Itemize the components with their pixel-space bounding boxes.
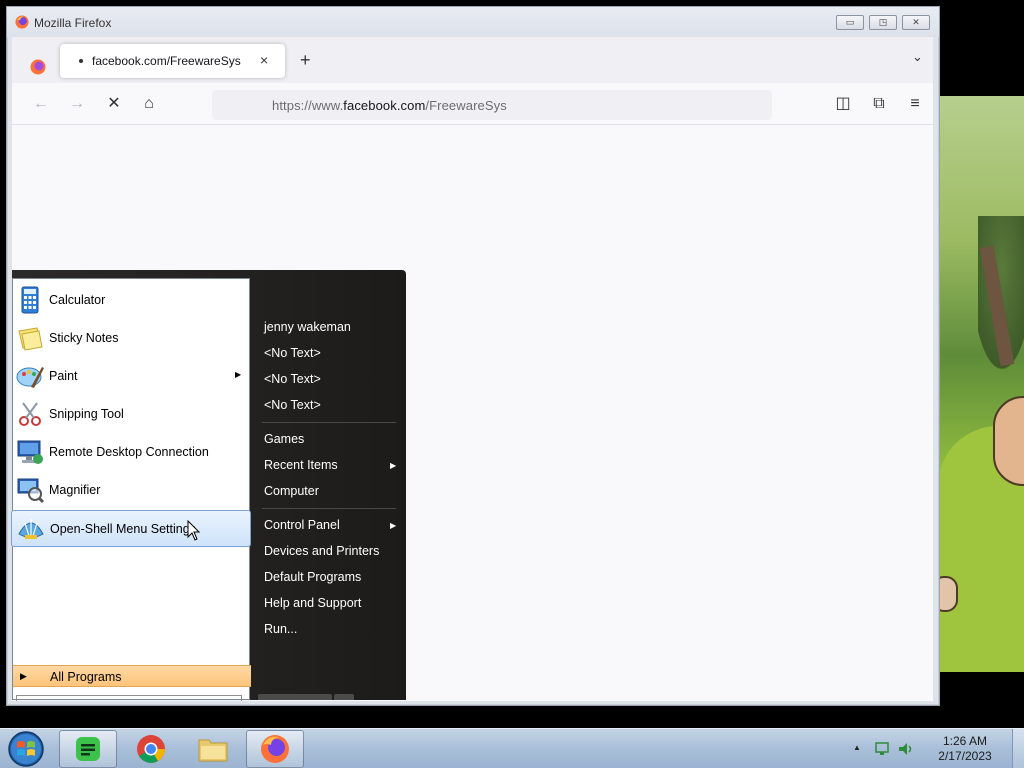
program-label: Remote Desktop Connection: [49, 445, 209, 459]
program-label: Sticky Notes: [49, 331, 119, 345]
green-notes-icon: [76, 737, 100, 761]
default-programs-item[interactable]: Default Programs: [264, 570, 361, 584]
close-icon: ✕: [912, 17, 920, 27]
new-tab-button[interactable]: +: [300, 50, 311, 71]
volume-icon[interactable]: [897, 740, 915, 758]
program-label: Calculator: [49, 293, 106, 307]
navigation-toolbar: ← → ✕ ⌂ https://www.facebook.com/Freewar…: [12, 83, 933, 125]
games-item[interactable]: Games: [264, 432, 304, 446]
tab-title: facebook.com/FreewareSys: [92, 54, 241, 68]
calculator-icon: [21, 286, 39, 314]
taskbar-firefox[interactable]: [246, 730, 304, 768]
remote-desktop-icon: [17, 440, 43, 464]
submenu-arrow-icon: ▶: [235, 370, 242, 379]
program-label: Magnifier: [49, 483, 101, 497]
shutdown-button[interactable]: [258, 694, 332, 700]
computer-item[interactable]: Computer: [264, 484, 319, 498]
firefox-view-icon[interactable]: [30, 59, 46, 75]
url-path: /FreewareSys: [425, 98, 507, 113]
all-programs-button[interactable]: ▶ All Programs: [13, 665, 251, 687]
back-button[interactable]: ←: [30, 94, 52, 114]
shutdown-options-button[interactable]: [334, 694, 354, 700]
pocket-button[interactable]: ◫: [832, 94, 854, 114]
show-hidden-icons-button[interactable]: ▲: [853, 743, 861, 752]
snipping-tool-icon: [19, 402, 41, 426]
firefox-logo-icon: [15, 15, 29, 29]
menu-separator: [262, 422, 396, 423]
clock-date: 2/17/2023: [938, 749, 992, 763]
program-label: Paint: [49, 369, 78, 383]
help-support-item[interactable]: Help and Support: [264, 596, 361, 610]
start-menu: Calculator Sticky Notes Paint ▶ Snipping…: [11, 270, 406, 701]
program-magnifier[interactable]: Magnifier: [11, 472, 251, 509]
system-clock[interactable]: 1:26 AM 2/17/2023: [930, 734, 1000, 764]
url-text[interactable]: https://www.facebook.com/FreewareSys: [272, 98, 507, 113]
restore-icon: ◳: [878, 17, 888, 27]
taskbar-explorer[interactable]: [184, 730, 242, 768]
control-panel-item[interactable]: Control Panel: [264, 518, 340, 532]
minimize-button[interactable]: ▭: [836, 15, 864, 30]
submenu-arrow-icon: ▶: [390, 461, 397, 470]
submenu-arrow-icon: ▶: [390, 521, 397, 530]
url-prefix: https://www.: [272, 98, 344, 113]
window-title: Mozilla Firefox: [34, 16, 112, 30]
list-all-tabs-button[interactable]: ⌄: [912, 49, 923, 65]
expand-arrow-icon: ▶: [20, 671, 27, 681]
tab-close-icon[interactable]: ×: [260, 52, 268, 68]
menu-separator: [262, 508, 396, 509]
search-box[interactable]: [16, 695, 242, 701]
taskbar-chrome[interactable]: [122, 730, 180, 768]
folder-icon: [198, 739, 228, 762]
mouse-cursor-icon: [187, 520, 201, 541]
chrome-icon: [137, 735, 165, 763]
network-icon[interactable]: [873, 740, 891, 758]
stop-button[interactable]: ✕: [103, 94, 125, 114]
program-calculator[interactable]: Calculator: [11, 282, 251, 319]
sticky-notes-icon: [18, 327, 43, 351]
recent-items-item[interactable]: Recent Items: [264, 458, 338, 472]
app-menu-button[interactable]: ≡: [904, 94, 926, 114]
firefox-icon: [261, 735, 289, 763]
program-remote-desktop[interactable]: Remote Desktop Connection: [11, 434, 251, 471]
start-button[interactable]: [6, 730, 46, 768]
program-open-shell-settings[interactable]: Open-Shell Menu Settings: [11, 510, 251, 547]
places-item-empty-2[interactable]: <No Text>: [264, 372, 321, 386]
program-label: Snipping Tool: [49, 407, 124, 421]
magnifier-icon: [17, 478, 45, 504]
open-shell-icon: [18, 519, 44, 539]
tab-bar: facebook.com/FreewareSys × + ⌄: [12, 37, 933, 83]
places-item-empty-1[interactable]: <No Text>: [264, 346, 321, 360]
devices-printers-item[interactable]: Devices and Printers: [264, 544, 379, 558]
program-snipping-tool[interactable]: Snipping Tool: [11, 396, 251, 433]
tab-facebook[interactable]: facebook.com/FreewareSys ×: [60, 44, 285, 78]
desktop-wallpaper: [938, 96, 1024, 672]
forward-button[interactable]: →: [66, 94, 88, 114]
programs-list: Calculator Sticky Notes Paint ▶ Snipping…: [11, 278, 251, 701]
clock-time: 1:26 AM: [942, 734, 988, 748]
wallpaper-paw: [938, 576, 958, 612]
user-name-item[interactable]: jenny wakeman: [264, 320, 351, 334]
show-desktop-button[interactable]: [1012, 729, 1024, 768]
window-titlebar[interactable]: Mozilla Firefox ▭ ◳ ✕: [7, 7, 939, 37]
minimize-icon: ▭: [845, 17, 855, 27]
taskbar-notes-app[interactable]: [59, 730, 117, 768]
tab-loading-dot-icon: [79, 59, 83, 63]
url-host: facebook.com: [343, 98, 426, 113]
run-item[interactable]: Run...: [264, 622, 297, 636]
home-button[interactable]: ⌂: [138, 94, 160, 114]
program-paint[interactable]: Paint ▶: [11, 358, 251, 395]
url-bar[interactable]: https://www.facebook.com/FreewareSys: [212, 90, 772, 120]
all-programs-label: All Programs: [50, 670, 122, 684]
wallpaper-character: [993, 396, 1024, 486]
taskbar: ▲ 1:26 AM 2/17/2023: [0, 728, 1024, 768]
program-label: Open-Shell Menu Settings: [50, 522, 196, 536]
close-window-button[interactable]: ✕: [902, 15, 930, 30]
places-item-empty-3[interactable]: <No Text>: [264, 398, 321, 412]
start-menu-places: jenny wakeman <No Text> <No Text> <No Te…: [252, 270, 406, 700]
restore-button[interactable]: ◳: [869, 15, 897, 30]
paint-icon: [16, 367, 44, 388]
program-sticky-notes[interactable]: Sticky Notes: [11, 320, 251, 357]
extensions-button[interactable]: ⧉: [868, 94, 890, 114]
